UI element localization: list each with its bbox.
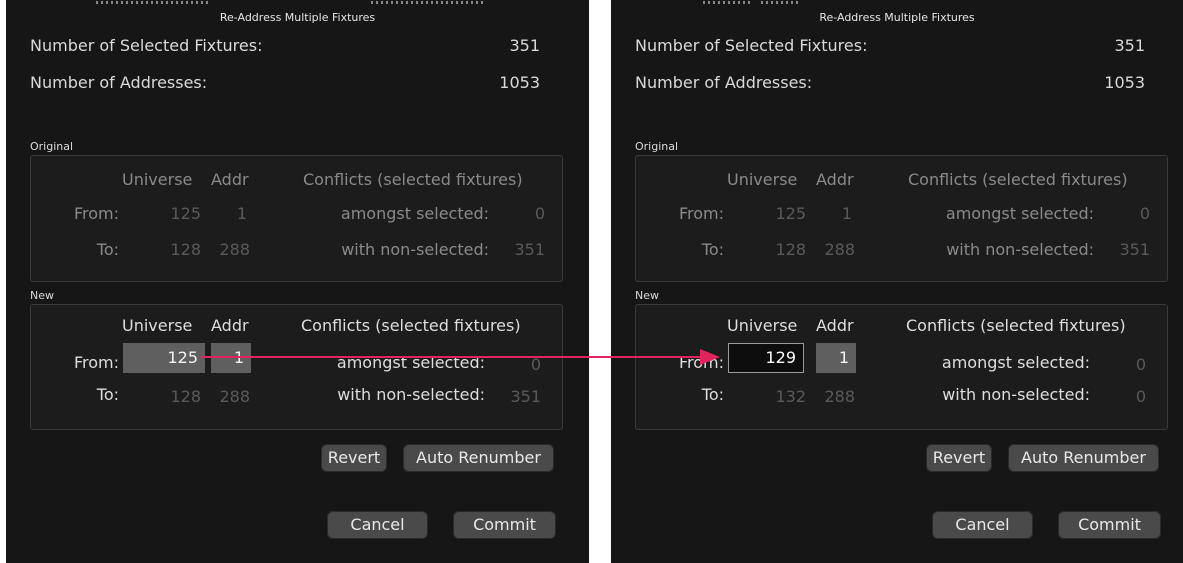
- arrowhead-icon: [700, 349, 720, 365]
- change-arrow-annotation: [201, 349, 720, 365]
